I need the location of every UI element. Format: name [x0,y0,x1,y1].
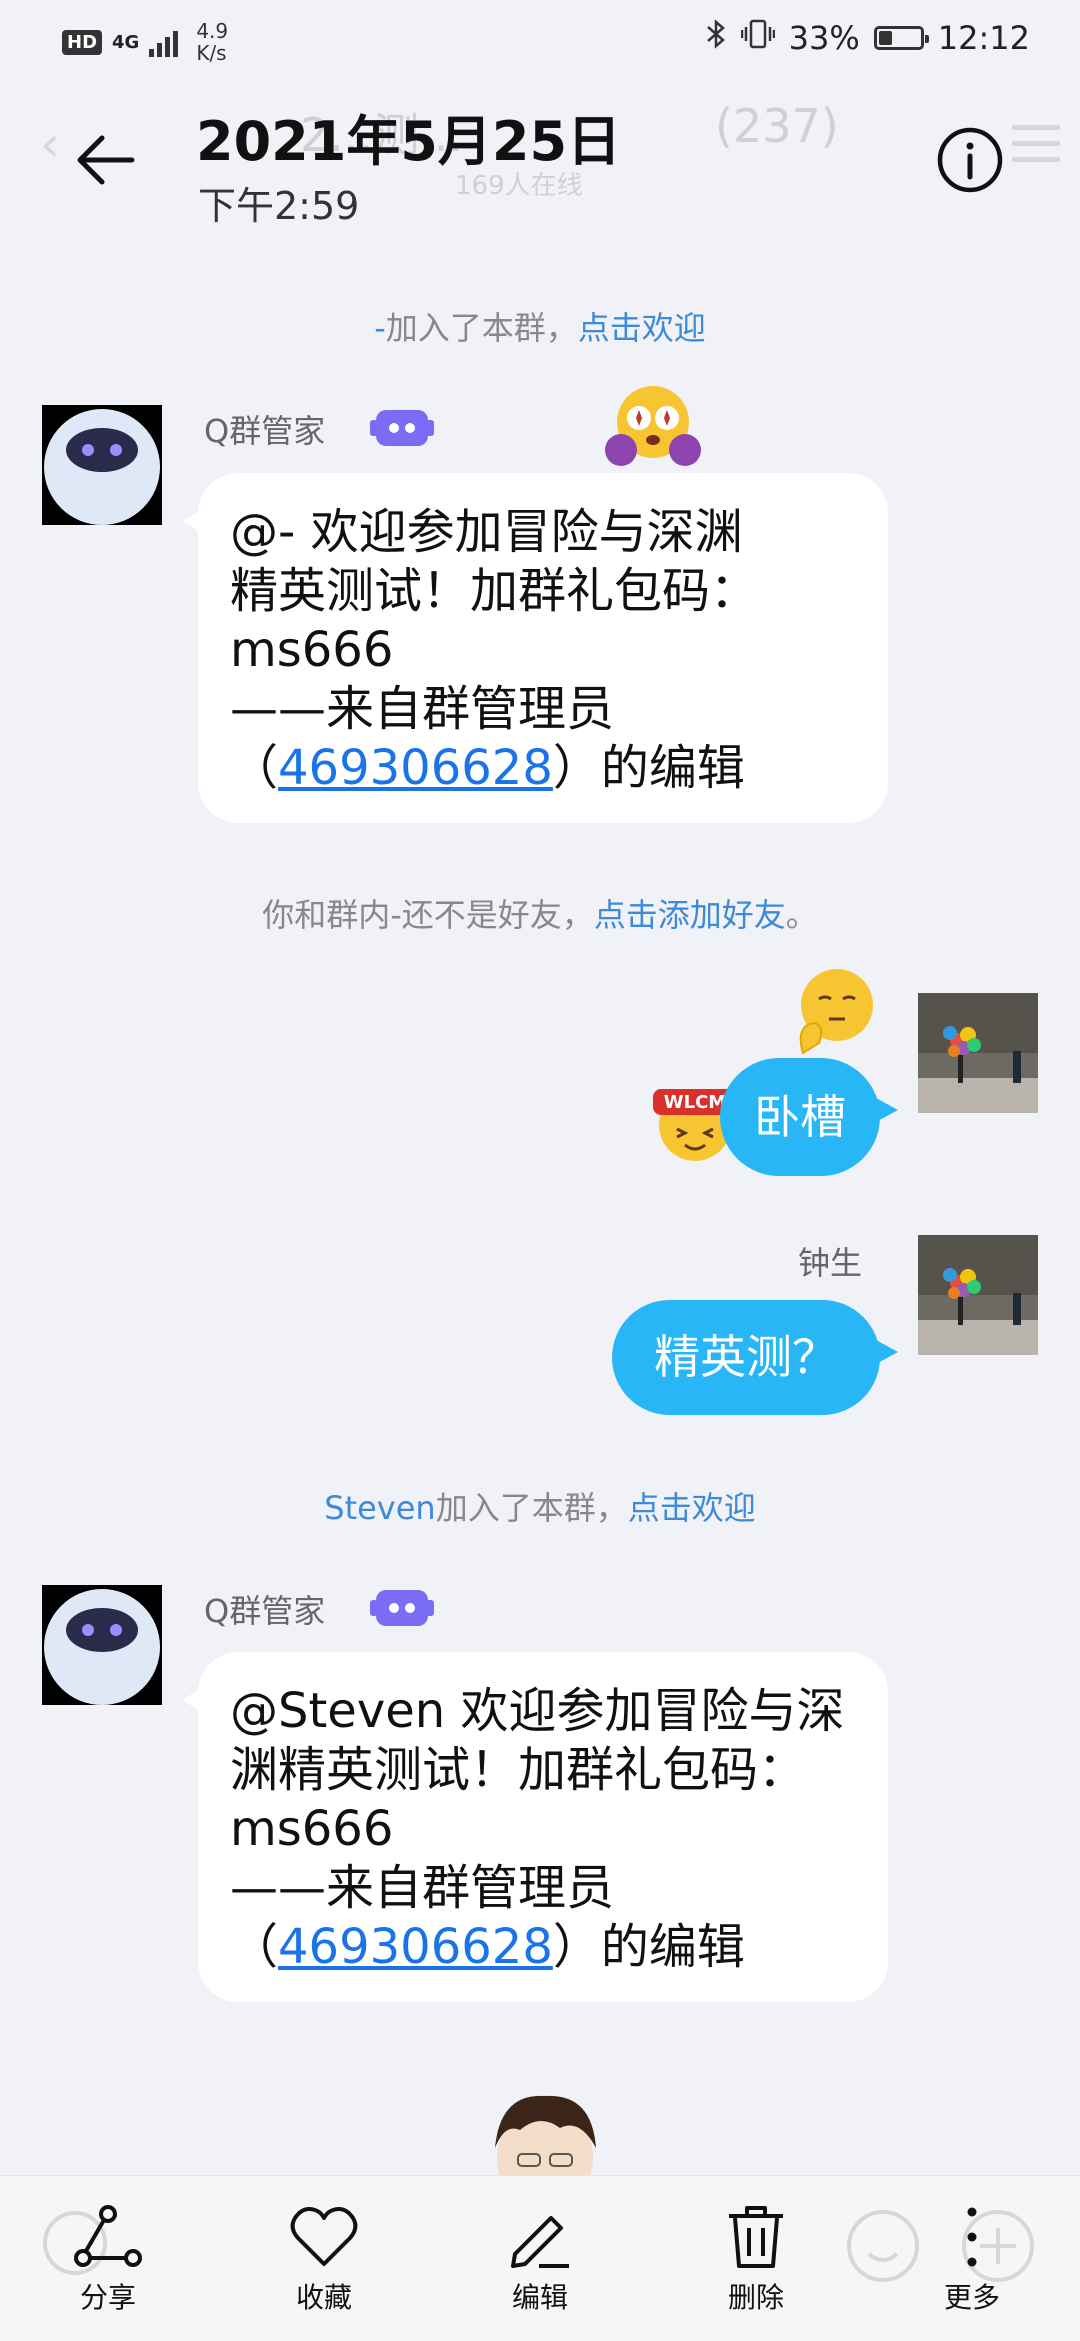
qq-number-link[interactable]: 469306628 [278,740,553,796]
edit-label: 编辑 [511,2281,568,2314]
pencil-icon [511,2216,569,2268]
hd-badge: HD [62,29,103,55]
more-button[interactable]: 更多 [912,2204,1032,2316]
notice-text: 加入了本群， [435,1489,628,1527]
signal-icon [149,27,179,57]
favorite-label: 收藏 [295,2281,352,2314]
ghost-menu-icon [1012,125,1060,173]
outgoing-message-bubble[interactable]: 卧槽 [720,1058,898,1176]
share-icon [74,2205,142,2267]
robot-avatar-icon [42,1585,162,1705]
message-line: （469306628）的编辑 [230,1918,858,1977]
network-type: 4G [112,31,140,53]
message-text: 卧槽 [754,1090,846,1144]
sender-name: Q群管家 [204,412,326,450]
message-line: 渊精英测试！加群礼包码： [230,1742,807,1798]
self-avatar[interactable] [918,1235,1038,1355]
message-line: ——来自群管理员 [230,681,615,737]
message-bubble[interactable]: @Steven 欢迎参加冒险与深 渊精英测试！加群礼包码： ms666 ——来自… [182,1652,888,2002]
bluetooth-icon [705,18,727,58]
chat-header: ‹ 2...测... (237) 169人在线 2021年5月25日 下午2:5… [0,75,1080,240]
thinking-emoji-icon [785,965,885,1064]
status-right: 33% 12:12 [705,18,1030,58]
battery-percent: 33% [788,19,860,57]
clock: 12:12 [937,19,1030,57]
qq-number-link[interactable]: 469306628 [278,1919,553,1975]
add-friend-link[interactable]: 点击添加好友 [594,896,786,934]
page-subtitle: 下午2:59 [198,184,360,228]
back-arrow-icon [77,135,135,185]
robot-badge-icon [370,402,434,454]
system-notice: -加入了本群，点击欢迎 [0,303,1080,349]
anime-avatar-icon [495,2095,596,2175]
message-tail: ）的编辑 [552,740,745,796]
outgoing-message-bubble[interactable]: 精英测？ [612,1300,898,1415]
notice-welcome-link[interactable]: 点击欢迎 [628,1489,756,1527]
bot-avatar[interactable] [42,1585,162,1705]
partial-user-avatar[interactable] [480,2088,610,2175]
info-icon [937,127,1003,193]
ghost-emoji-icon [845,2208,921,2288]
bottom-toolbar: 分享 收藏 编辑 删除 更多 [0,2175,1080,2341]
more-label: 更多 [943,2281,1000,2314]
message-line: @- 欢迎参加冒险与深渊 [230,504,743,560]
ghost-back-chevron-icon: ‹ [40,115,60,173]
battery-fill [878,31,892,45]
message-line: ms666 [230,1801,394,1857]
message-line: 精英测试！加群礼包码： [230,563,759,619]
edit-button[interactable]: 编辑 [480,2204,600,2316]
notice-member-name[interactable]: Steven [324,1489,435,1527]
notice-text: 加入了本群， [385,309,578,347]
sender-name: 钟生 [798,1244,863,1282]
net-speed-unit: K/s [196,41,227,65]
message-bubble[interactable]: @- 欢迎参加冒险与深渊 精英测试！加群礼包码： ms666 ——来自群管理员 … [182,473,888,823]
net-speed-value: 4.9 [196,19,229,43]
robot-badge-icon [370,1582,434,1634]
self-avatar[interactable] [918,993,1038,1113]
bot-avatar[interactable] [42,405,162,525]
share-button[interactable]: 分享 [48,2204,168,2316]
message-line: ms666 [230,622,394,678]
more-vertical-icon [967,2207,977,2267]
status-bar: HD 4G 4.9 K/s 33% 12:12 [0,0,1080,75]
page-title: 2021年5月25日 [196,110,622,173]
message-text: 精英测？ [654,1330,838,1384]
trash-icon [729,2206,783,2268]
message-tail: ）的编辑 [552,1919,745,1975]
balloons-photo-icon [918,993,1038,1113]
notice-member-name[interactable]: - [374,309,386,347]
system-notice: 你和群内-还不是好友，点击添加好友。 [0,890,1080,936]
paren-open: （ [230,1919,279,1975]
status-left: HD 4G 4.9 K/s [62,20,228,64]
notice-welcome-link[interactable]: 点击欢迎 [578,309,706,347]
share-label: 分享 [79,2281,136,2314]
heart-icon [290,2207,358,2266]
message-line: （469306628）的编辑 [230,739,858,798]
net-speed: 4.9 K/s [196,20,228,64]
wlcm-text: WLCM [664,1092,726,1113]
cheer-emoji-icon [605,380,701,474]
sender-name: Q群管家 [204,1592,326,1630]
info-button[interactable] [935,125,1005,195]
battery-icon [873,26,929,50]
paren-open: （ [230,740,279,796]
message-line: ——来自群管理员 [230,1860,615,1916]
system-notice: Steven加入了本群，点击欢迎 [0,1483,1080,1529]
delete-label: 删除 [727,2281,784,2314]
back-button[interactable] [70,125,140,195]
robot-avatar-icon [42,405,162,525]
notice-text: 你和群内-还不是好友， [262,896,594,934]
message-line: @Steven 欢迎参加冒险与深 [230,1683,845,1739]
vibrate-icon [740,18,775,58]
ghost-member-count: (237) [715,99,839,153]
delete-button[interactable]: 删除 [696,2204,816,2316]
notice-tail: 。 [785,896,818,934]
favorite-button[interactable]: 收藏 [264,2204,384,2316]
balloons-photo-icon [918,1235,1038,1355]
